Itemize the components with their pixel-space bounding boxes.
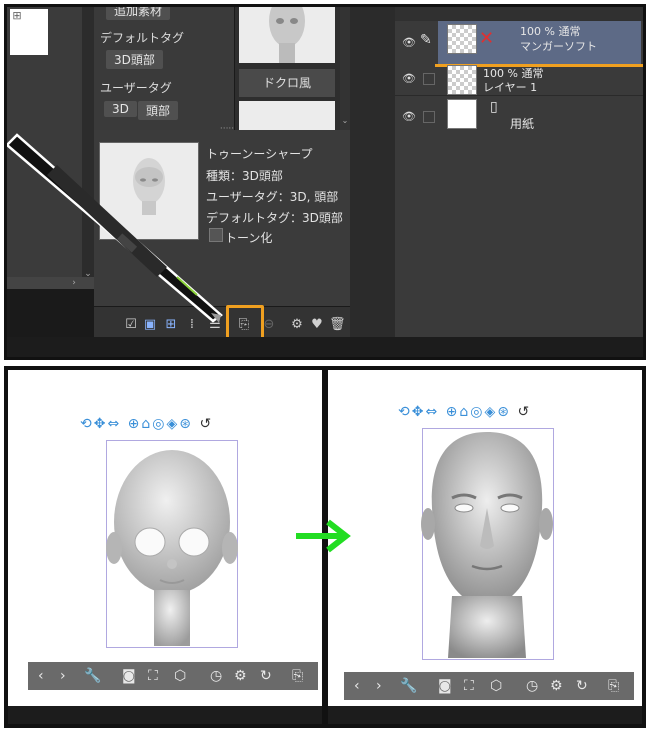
gear-icon[interactable]: ⚙ <box>289 317 305 333</box>
head-icon[interactable]: ⌂ <box>459 404 470 420</box>
box-icon[interactable]: ⬡ <box>490 678 502 694</box>
chevron-left-icon[interactable]: ‹ <box>38 668 44 684</box>
user-tag-label: ユーザータグ <box>100 81 172 95</box>
layer-panel-toolbar <box>395 7 643 21</box>
before-panel: ⟲✥⇔ ⊕⌂◎◈⊛ ↺ ‹ › 🔧 ◙ ⛶ ⬡ ◷ ⚙ ↻ ⎘ <box>4 366 326 728</box>
default-tag-label: デフォルトタグ <box>100 31 185 45</box>
object-rotate-icon[interactable]: ⊕ <box>128 416 142 432</box>
after-panel: ⟲✥⇔ ⊕⌂◎◈⊛ ↺ ‹ › 🔧 ◙ ⛶ ⬡ ◷ ⚙ ↻ ⎘ <box>324 366 646 728</box>
model-action-bar: ‹ › 🔧 ◙ ⛶ ⬡ ◷ ⚙ ↻ ⎘ <box>28 662 318 690</box>
pan-icon[interactable]: ✥ <box>94 416 108 432</box>
eye-icon[interactable]: 👁 <box>401 73 417 85</box>
status-bar <box>7 337 643 357</box>
sync-icon[interactable]: ⊛ <box>179 416 193 432</box>
panel-footer <box>328 706 642 724</box>
clock-icon[interactable]: ◷ <box>526 678 538 694</box>
paper-thumbnail <box>447 99 477 129</box>
layer-blend: 100 % 通常 <box>520 25 581 38</box>
arrow-right-icon <box>296 519 351 553</box>
clock-icon[interactable]: ◷ <box>210 668 222 684</box>
material-scrollbar[interactable] <box>340 7 350 130</box>
camera-icon[interactable]: ◙ <box>122 668 136 684</box>
panel-divider <box>350 7 395 337</box>
layer-name: マンガーソフト <box>520 40 597 53</box>
pen-edit-icon[interactable]: ✎ <box>420 32 436 48</box>
undo-icon[interactable]: ↺ <box>517 404 531 420</box>
settings-icon[interactable]: ⚙ <box>550 678 563 694</box>
top-screenshot: ⊞ ⌄ › 追加素材 デフォルトタグ 3D頭部 ユーザータグ 3D 頭部 ドクロ… <box>4 4 646 360</box>
frame-icon[interactable]: ⛶ <box>464 678 474 694</box>
rotate-view-icon[interactable]: ⟲ <box>80 416 94 432</box>
wrench-icon[interactable]: 🔧 <box>84 668 101 684</box>
add-icon[interactable]: ⊞ <box>10 9 24 23</box>
lock-cell[interactable] <box>423 111 435 123</box>
trash-icon[interactable]: 🗑 <box>329 317 346 333</box>
chevron-right-icon[interactable]: › <box>60 668 66 684</box>
rotate-view-icon[interactable]: ⟲ <box>398 404 412 420</box>
chevron-left-icon[interactable]: ‹ <box>354 678 360 694</box>
default-tag-chip[interactable]: 3D頭部 <box>106 50 163 69</box>
refresh-icon[interactable]: ↻ <box>576 678 588 694</box>
view-toolbar: ⟲✥⇔ ⊕⌂◎◈⊛ ↺ <box>398 404 531 424</box>
camera-icon[interactable]: ◙ <box>438 678 452 694</box>
material-thumbnail[interactable] <box>239 7 335 63</box>
pan-icon[interactable]: ✥ <box>412 404 426 420</box>
paste-icon[interactable]: ⎘ <box>292 668 303 684</box>
view-toolbar: ⟲✥⇔ ⊕⌂◎◈⊛ ↺ <box>80 416 213 436</box>
panel-footer <box>8 706 322 724</box>
refresh-icon[interactable]: ↻ <box>260 668 272 684</box>
chevron-right-icon[interactable]: › <box>376 678 382 694</box>
material-thumbnail[interactable] <box>239 101 335 131</box>
stylus-pen <box>7 133 223 323</box>
reset-icon[interactable]: ◈ <box>167 416 180 432</box>
move-icon[interactable]: ⇔ <box>425 404 439 420</box>
layer-thumbnail <box>447 65 477 95</box>
layer-thumbnail <box>447 24 477 54</box>
box-icon[interactable]: ⬡ <box>174 668 186 684</box>
layer-separator <box>395 95 643 96</box>
zoom-icon[interactable]: ◎ <box>470 404 484 420</box>
lock-cell[interactable] <box>423 73 435 85</box>
realistic-head-model <box>421 432 553 658</box>
head-icon[interactable]: ⌂ <box>141 416 152 432</box>
reset-icon[interactable]: ◈ <box>485 404 498 420</box>
tag-panel: 追加素材 デフォルトタグ 3D頭部 ユーザータグ 3D 頭部 <box>94 7 234 130</box>
settings-icon[interactable]: ⚙ <box>234 668 247 684</box>
tag-chip-partial[interactable]: 追加素材 <box>106 7 171 20</box>
paste-icon[interactable]: ⎘ <box>608 678 619 694</box>
user-tag-chip[interactable]: 3D <box>104 101 137 117</box>
object-rotate-icon[interactable]: ⊕ <box>446 404 460 420</box>
anime-head-model <box>106 450 238 646</box>
undo-icon[interactable]: ↺ <box>199 416 213 432</box>
wrench-icon[interactable]: 🔧 <box>400 678 417 694</box>
close-icon: ✕ <box>479 28 495 49</box>
page-icon: ▯ <box>490 99 498 115</box>
move-icon[interactable]: ⇔ <box>107 416 121 432</box>
eye-icon[interactable]: 👁 <box>401 111 417 123</box>
user-tag-chip[interactable]: 頭部 <box>138 101 179 120</box>
layer-name: 用紙 <box>510 117 535 131</box>
chevron-down-icon[interactable]: ⌄ <box>340 115 350 127</box>
sync-icon[interactable]: ⊛ <box>497 404 511 420</box>
material-label[interactable]: ドクロ風 <box>239 69 335 97</box>
frame-icon[interactable]: ⛶ <box>148 668 158 684</box>
model-action-bar: ‹ › 🔧 ◙ ⛶ ⬡ ◷ ⚙ ↻ ⎘ <box>344 672 634 700</box>
zoom-icon[interactable]: ◎ <box>152 416 166 432</box>
eye-icon[interactable]: 👁 <box>401 37 417 49</box>
layer-name: レイヤー 1 <box>483 81 538 94</box>
heart-icon[interactable]: ♥ <box>309 317 325 333</box>
